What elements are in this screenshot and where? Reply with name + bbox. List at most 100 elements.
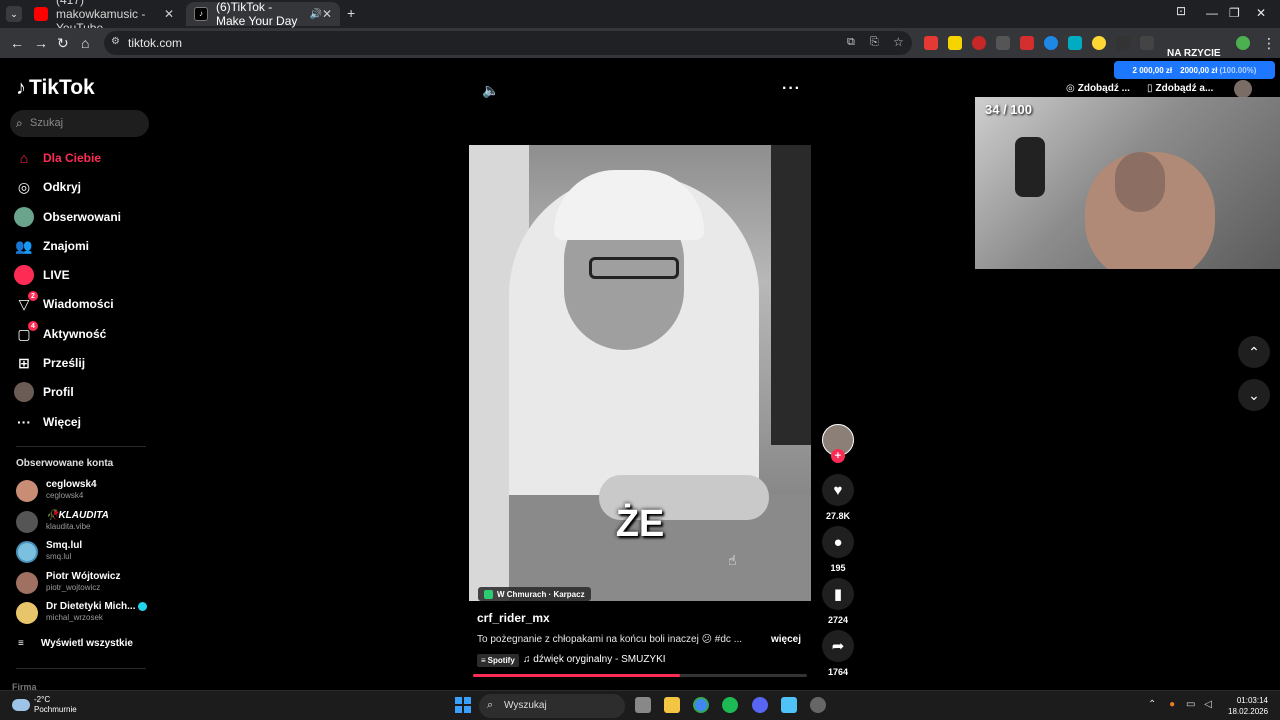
nav-item-profile[interactable]: Profil (14, 380, 74, 404)
tab-tiktok[interactable]: ♪ (6)TikTok - Make Your Day 🔊 ✕ (186, 0, 340, 28)
close-icon[interactable]: ✕ (164, 7, 174, 21)
system-tray[interactable]: ⌃ ● ▭ ◁ (1148, 699, 1212, 710)
nav-item-upload[interactable]: ⊞ Prześlij (14, 351, 85, 375)
account-username: ceglowsk4 (46, 491, 84, 500)
site-info-icon[interactable]: ⚙ (111, 36, 120, 47)
upload-icon: ⊞ (18, 354, 30, 371)
extension-icon[interactable] (1116, 36, 1130, 50)
clock[interactable]: 01:03:14 18.02.2026 (1228, 695, 1268, 717)
search-input[interactable]: ⌕ Szukaj (10, 110, 149, 137)
mouse-cursor-icon: ☝ (728, 552, 737, 568)
nav-label: Obserwowani (43, 210, 122, 224)
discord-icon[interactable] (752, 697, 768, 713)
more-options-icon[interactable]: ··· (782, 80, 801, 98)
tab-title: (6)TikTok - Make Your Day (216, 0, 298, 28)
volume-icon[interactable]: 🔈 (482, 82, 499, 99)
back-icon[interactable]: ← (10, 35, 24, 51)
home-icon[interactable]: ⌂ (81, 35, 89, 51)
save-count: 2724 (827, 615, 849, 625)
video-progress-bar[interactable] (473, 674, 807, 677)
avatar (16, 602, 38, 624)
nav-item-following[interactable]: Obserwowani (14, 205, 121, 229)
video-author[interactable]: crf_rider_mx (477, 611, 550, 625)
window-close-button[interactable]: ✕ (1256, 6, 1266, 20)
extension-icon[interactable] (972, 36, 986, 50)
follow-plus-icon[interactable]: + (831, 449, 845, 463)
like-button[interactable]: ♥ (822, 474, 854, 506)
badge: 2 (28, 291, 38, 301)
view-all-button[interactable]: ≡ Wyświetl wszystkie (18, 638, 133, 649)
get-coins-label: Zdobądź ... (1077, 83, 1130, 94)
reload-icon[interactable]: ↻ (57, 35, 69, 52)
cast-icon[interactable]: ⎘ (870, 36, 879, 49)
pdf-icon[interactable] (1020, 36, 1034, 50)
badge: 4 (28, 321, 38, 331)
bookmark-star-icon[interactable]: ☆ (893, 35, 904, 49)
comment-button[interactable]: ● (822, 526, 854, 558)
nav-label: Odkryj (43, 180, 82, 194)
get-coins-button[interactable]: ◎ Zdobądź ... (1066, 83, 1130, 94)
avatar[interactable] (1236, 36, 1250, 50)
windows-icon (455, 706, 462, 713)
new-tab-button[interactable]: + (347, 5, 355, 21)
get-app-button[interactable]: ▯ Zdobądź a... (1147, 83, 1213, 94)
maximize-button[interactable]: ❐ (1229, 6, 1240, 20)
tab-youtube[interactable]: (417) makowkamusic - YouTube ✕ (26, 0, 182, 35)
more-button[interactable]: więcej (771, 634, 801, 645)
share-button[interactable]: ➦ (822, 630, 854, 662)
extension-icon[interactable] (1044, 36, 1058, 50)
extension-icon[interactable] (1092, 36, 1106, 50)
nav-item-messages[interactable]: ▽ 2 Wiadomości (14, 291, 114, 316)
address-bar[interactable]: ⚙ tiktok.com ⧉ ⎘ ☆ (104, 31, 912, 55)
extensions-puzzle-icon[interactable] (1140, 36, 1154, 50)
nav-item-explore[interactable]: ◎ Odkryj (14, 175, 81, 199)
avatar (16, 541, 38, 563)
minimize-button[interactable]: — (1206, 6, 1218, 20)
nav-item-for-you[interactable]: ⌂ Dla Ciebie (14, 146, 101, 170)
tab-search-icon[interactable]: ⌄ (6, 6, 22, 22)
music-info[interactable]: ♫ dźwięk oryginalny - SMUZYKI (523, 654, 666, 665)
nav-item-live[interactable]: LIVE (14, 263, 70, 287)
chrome-icon[interactable] (693, 697, 709, 713)
taskbar-search[interactable]: ⌕ Wyszukaj (479, 694, 625, 718)
video-player[interactable]: ŻE (469, 145, 811, 601)
profile-icon[interactable]: ⊡ (1176, 4, 1186, 18)
kebab-menu-icon[interactable]: ⋮ (1262, 35, 1276, 52)
save-button[interactable]: ▮ (822, 578, 854, 610)
weather-widget[interactable]: -2°C Pochmurnie (12, 695, 77, 715)
task-view-icon[interactable] (635, 697, 651, 713)
location-tag[interactable]: W Chmurach · Karpacz (478, 587, 591, 601)
profile-icon (14, 382, 34, 402)
donation-goal-title: NA RZYCIE (1167, 48, 1221, 59)
extension-icon[interactable] (1068, 36, 1082, 50)
heart-icon: ♥ (833, 481, 843, 499)
app-icon[interactable] (810, 697, 826, 713)
previous-video-button[interactable]: ⌃ (1238, 336, 1270, 368)
account-name: Smq.lul (46, 540, 83, 551)
extension-icon[interactable] (948, 36, 962, 50)
windows-icon (464, 697, 471, 704)
user-avatar[interactable] (1234, 80, 1252, 98)
nav-label: Znajomi (43, 239, 90, 253)
tiktok-logo[interactable]: ♪ TikTok (16, 76, 95, 100)
translate-icon[interactable]: ⧉ (847, 36, 855, 49)
close-icon[interactable]: ✕ (322, 7, 332, 21)
spotify-icon[interactable] (722, 697, 738, 713)
file-explorer-icon[interactable] (664, 697, 680, 713)
video-frame (554, 170, 704, 240)
webcam-counter: 34 / 100 (985, 102, 1032, 117)
extension-icon[interactable] (996, 36, 1010, 50)
extension-icon[interactable] (924, 36, 938, 50)
goal-target: 2000,00 zł (1180, 65, 1218, 75)
taskbar: -2°C Pochmurnie ⌕ Wyszukaj ⌃ ● ▭ ◁ 01:03… (0, 690, 1280, 720)
speaker-icon[interactable]: 🔊 (309, 9, 321, 20)
forward-icon[interactable]: → (34, 35, 48, 51)
notepad-icon[interactable] (781, 697, 797, 713)
spotify-badge[interactable]: ≡ Spotify (477, 654, 519, 667)
nav-item-friends[interactable]: 👥 Znajomi (14, 234, 89, 258)
nav-item-activity[interactable]: ▢ 4 Aktywność (14, 321, 106, 346)
url-text: tiktok.com (128, 36, 183, 50)
next-video-button[interactable]: ⌄ (1238, 379, 1270, 411)
start-button[interactable] (455, 697, 471, 713)
nav-item-more[interactable]: ··· Więcej (14, 410, 81, 434)
